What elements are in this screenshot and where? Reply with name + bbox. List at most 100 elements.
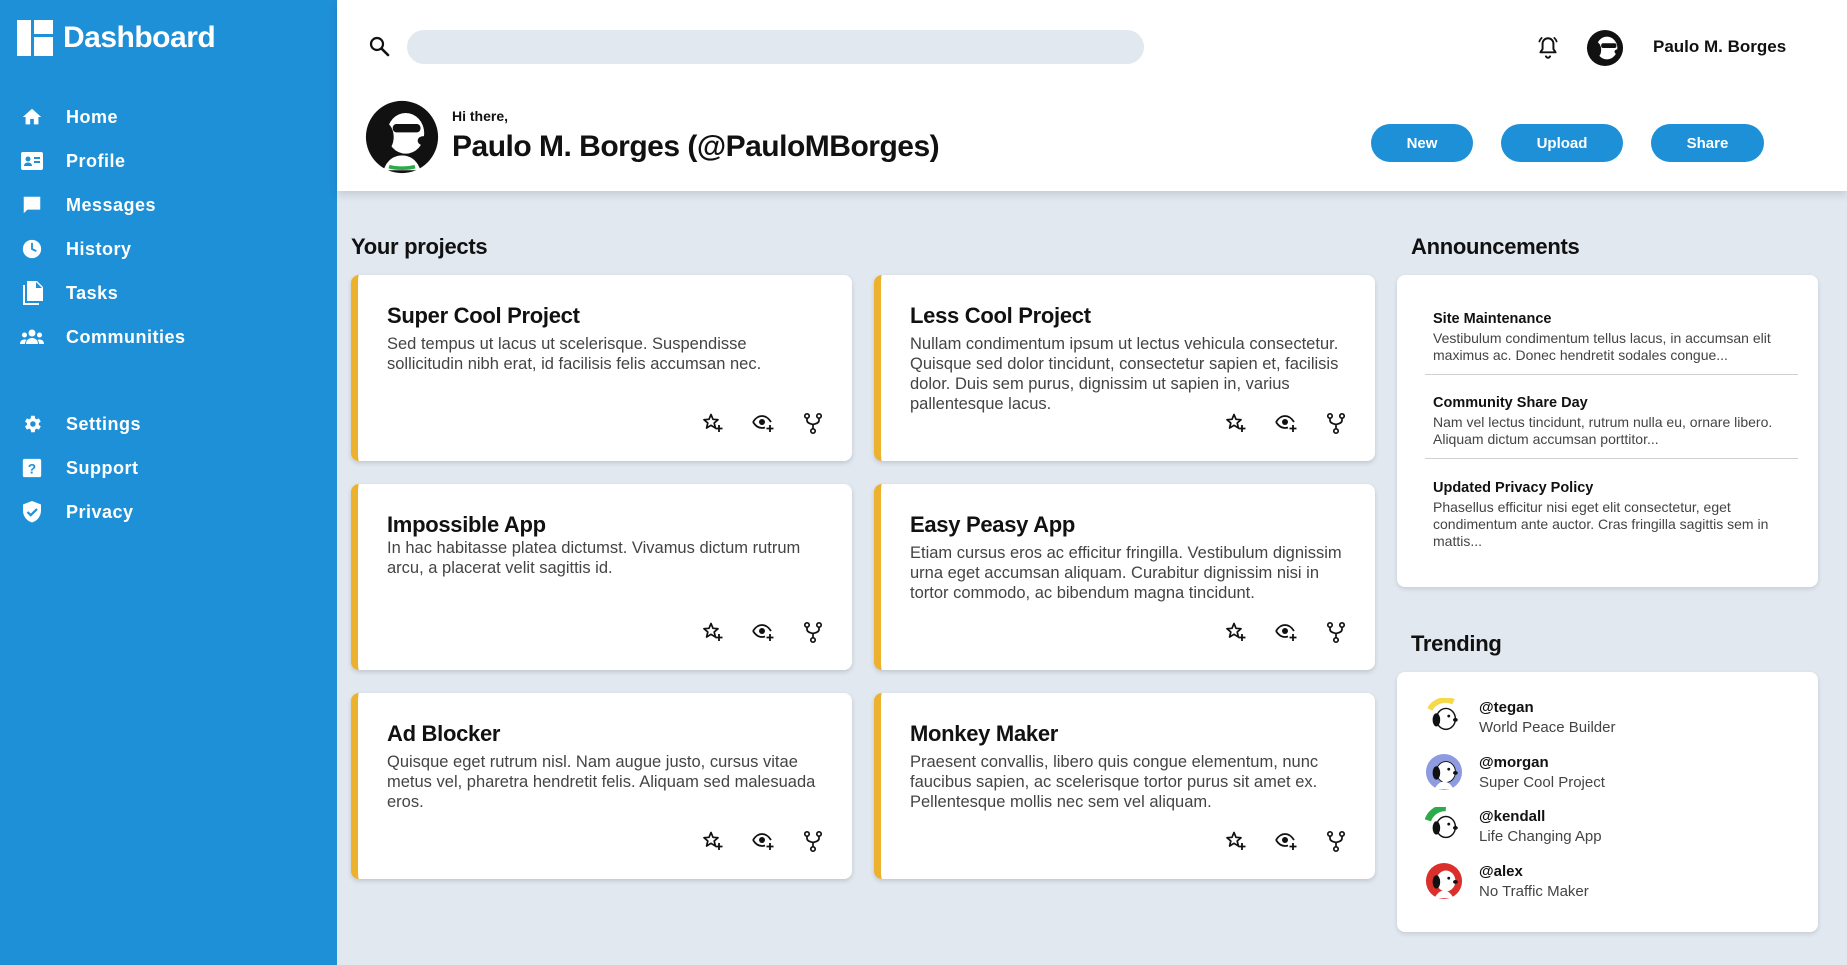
trending-item[interactable]: @kendall Life Changing App — [1424, 803, 1602, 849]
trending-handle[interactable]: @tegan — [1479, 699, 1615, 716]
trending-project[interactable]: No Traffic Maker — [1479, 883, 1589, 900]
project-actions — [701, 620, 825, 644]
announcement-item[interactable]: Community Share Day Nam vel lectus tinci… — [1433, 395, 1798, 448]
sidebar-item-label: Tasks — [66, 282, 119, 303]
project-title[interactable]: Less Cool Project — [910, 303, 1091, 329]
trending-avatar — [1424, 804, 1463, 845]
fork-icon[interactable] — [801, 829, 825, 853]
sidebar-item-profile[interactable]: Profile — [0, 139, 337, 183]
star-add-icon[interactable] — [701, 829, 725, 853]
fork-icon[interactable] — [801, 411, 825, 435]
fork-icon[interactable] — [1324, 411, 1348, 435]
project-actions — [1224, 829, 1348, 853]
trending-avatar — [1425, 753, 1463, 791]
watch-eye-icon[interactable] — [1274, 411, 1298, 435]
fork-icon[interactable] — [1324, 829, 1348, 853]
sidebar-item-home[interactable]: Home — [0, 95, 337, 139]
announcement-title[interactable]: Community Share Day — [1433, 395, 1798, 411]
share-button[interactable]: Share — [1651, 124, 1764, 162]
announcement-title[interactable]: Site Maintenance — [1433, 311, 1798, 327]
announcement-title[interactable]: Updated Privacy Policy — [1433, 480, 1798, 496]
new-button[interactable]: New — [1371, 124, 1473, 162]
trending-item[interactable]: @tegan World Peace Builder — [1425, 694, 1615, 740]
star-add-icon[interactable] — [1224, 829, 1248, 853]
sidebar-item-settings[interactable]: Settings — [0, 402, 337, 446]
brand[interactable]: Dashboard — [17, 20, 216, 56]
announcement-item[interactable]: Site Maintenance Vestibulum condimentum … — [1433, 311, 1798, 364]
sidebar-item-label: Messages — [66, 194, 157, 215]
watch-eye-icon[interactable] — [751, 620, 775, 644]
announcements-panel: Site Maintenance Vestibulum condimentum … — [1397, 275, 1818, 587]
shield-icon — [20, 500, 44, 524]
sidebar-item-label: Settings — [66, 413, 142, 434]
header: Paulo M. Borges Hi there, Paulo M. Borge… — [337, 0, 1847, 191]
project-title[interactable]: Easy Peasy App — [910, 512, 1075, 538]
project-title[interactable]: Super Cool Project — [387, 303, 580, 329]
trending-handle[interactable]: @morgan — [1479, 754, 1605, 771]
trending-project[interactable]: Super Cool Project — [1479, 774, 1605, 791]
project-description: In hac habitasse platea dictumst. Vivamu… — [387, 539, 801, 577]
search-icon[interactable] — [367, 34, 391, 58]
project-title[interactable]: Monkey Maker — [910, 721, 1058, 747]
project-card[interactable]: Monkey Maker Praesent convallis, libero … — [874, 693, 1375, 879]
trending-handle[interactable]: @alex — [1479, 863, 1589, 880]
announcement-item[interactable]: Updated Privacy Policy Phasellus efficit… — [1433, 480, 1798, 550]
sidebar-item-privacy[interactable]: Privacy — [0, 490, 337, 534]
project-title[interactable]: Impossible App — [387, 512, 546, 538]
fork-icon[interactable] — [1324, 620, 1348, 644]
search-input[interactable] — [407, 30, 1144, 64]
trending-panel: @tegan World Peace Builder @morgan Super… — [1397, 672, 1818, 932]
sidebar-item-communities[interactable]: Communities — [0, 315, 337, 359]
project-description: Etiam cursus eros ac efficitur fringilla… — [910, 544, 1342, 602]
sidebar-item-support[interactable]: ? Support — [0, 446, 337, 490]
announcement-text: Phasellus efficitur nisi eget elit conse… — [1433, 499, 1769, 549]
project-actions — [701, 411, 825, 435]
question-icon: ? — [20, 456, 44, 480]
star-add-icon[interactable] — [1224, 411, 1248, 435]
trending-handle[interactable]: @kendall — [1479, 808, 1602, 825]
project-card[interactable]: Super Cool Project Sed tempus ut lacus u… — [351, 275, 852, 461]
divider — [1425, 458, 1798, 459]
sidebar-item-label: Privacy — [66, 501, 134, 522]
project-card[interactable]: Ad Blocker Quisque eget rutrum nisl. Nam… — [351, 693, 852, 879]
upload-button[interactable]: Upload — [1501, 124, 1623, 162]
sidebar-item-label: History — [66, 238, 132, 259]
star-add-icon[interactable] — [1224, 620, 1248, 644]
sidebar-item-label: Home — [66, 106, 119, 127]
fork-icon[interactable] — [801, 620, 825, 644]
project-card[interactable]: Less Cool Project Nullam condimentum ips… — [874, 275, 1375, 461]
bell-icon[interactable] — [1535, 35, 1561, 61]
watch-eye-icon[interactable] — [1274, 620, 1298, 644]
sidebar-item-history[interactable]: History — [0, 227, 337, 271]
page-title: Paulo M. Borges (@PauloMBorges) — [452, 130, 940, 163]
trending-avatar — [1425, 697, 1463, 736]
project-actions — [1224, 411, 1348, 435]
message-icon — [20, 193, 44, 217]
username[interactable]: Paulo M. Borges — [1653, 37, 1786, 57]
sidebar-item-tasks[interactable]: Tasks — [0, 271, 337, 315]
project-card[interactable]: Easy Peasy App Etiam cursus eros ac effi… — [874, 484, 1375, 670]
svg-text:?: ? — [28, 462, 36, 477]
sidebar-item-label: Profile — [66, 150, 126, 171]
star-add-icon[interactable] — [701, 411, 725, 435]
sidebar: Dashboard Home Profile Messages History — [0, 0, 337, 965]
watch-eye-icon[interactable] — [751, 411, 775, 435]
divider — [1425, 374, 1798, 375]
sidebar-item-messages[interactable]: Messages — [0, 183, 337, 227]
document-icon — [20, 281, 44, 305]
project-title[interactable]: Ad Blocker — [387, 721, 500, 747]
star-add-icon[interactable] — [701, 620, 725, 644]
app-title: Dashboard — [63, 21, 216, 54]
trending-item[interactable]: @alex No Traffic Maker — [1425, 858, 1589, 904]
project-card[interactable]: Impossible App In hac habitasse platea d… — [351, 484, 852, 670]
trending-heading: Trending — [1411, 631, 1502, 656]
user-avatar[interactable] — [1586, 29, 1624, 67]
watch-eye-icon[interactable] — [1274, 829, 1298, 853]
trending-project[interactable]: World Peace Builder — [1479, 719, 1615, 736]
clock-icon — [20, 237, 44, 261]
project-actions — [701, 829, 825, 853]
trending-item[interactable]: @morgan Super Cool Project — [1425, 749, 1605, 795]
watch-eye-icon[interactable] — [751, 829, 775, 853]
trending-project[interactable]: Life Changing App — [1479, 828, 1602, 845]
